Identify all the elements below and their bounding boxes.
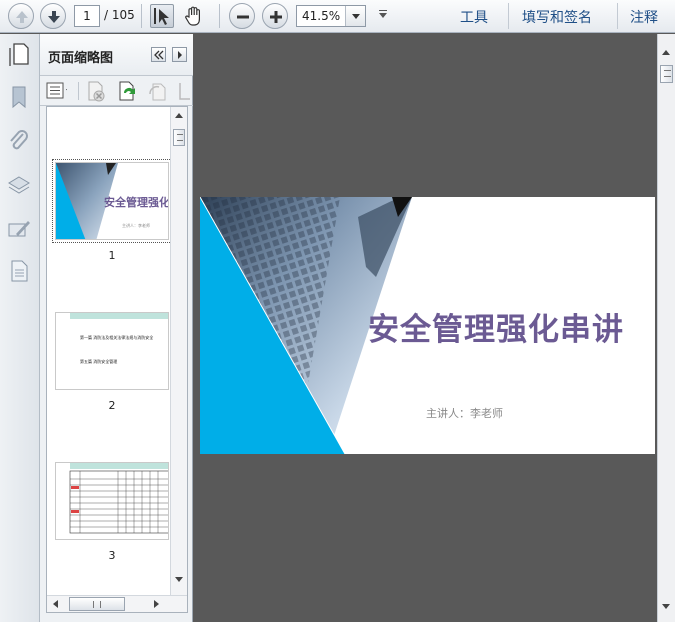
toolbar-separator bbox=[508, 3, 509, 29]
panel-header: 页面缩略图 bbox=[40, 34, 193, 76]
toolbar-separator bbox=[219, 4, 220, 28]
thumbnail-horizontal-scrollbar[interactable] bbox=[47, 595, 187, 612]
thumbnail-3-table bbox=[69, 470, 168, 534]
insert-page-icon[interactable] bbox=[116, 80, 138, 102]
thumbnail-list[interactable]: 安全管理强化串 主讲人：李老师 1 第一篇 消防法及相关法律法规与消防安全 第五… bbox=[46, 106, 188, 613]
minus-icon bbox=[237, 15, 249, 19]
arrow-down-icon bbox=[48, 11, 60, 23]
next-page-button[interactable] bbox=[40, 3, 66, 29]
thumbnail-2-line-1: 第一篇 消防法及相关法律法规与消防安全 bbox=[80, 335, 154, 340]
thumbnail-page-2[interactable]: 第一篇 消防法及相关法律法规与消防安全 第五篇 消防安全管理 bbox=[55, 312, 169, 390]
scroll-down-icon[interactable] bbox=[662, 604, 670, 609]
double-chevron-left-icon bbox=[154, 50, 164, 60]
slide-title: 安全管理强化串讲 bbox=[368, 312, 624, 348]
signature-icon[interactable] bbox=[6, 216, 32, 242]
thumbnail-label-2: 2 bbox=[108, 399, 116, 412]
chevron-down-icon bbox=[352, 14, 360, 19]
top-toolbar: 1 / 105 41.5% 工具 填写和签名 注释 bbox=[0, 0, 675, 33]
thumbnail-2-line-2: 第五篇 消防安全管理 bbox=[80, 359, 118, 364]
text-cursor-icon bbox=[154, 8, 169, 25]
select-tool-button[interactable] bbox=[150, 4, 174, 28]
thumbnail-label-1: 1 bbox=[108, 249, 116, 262]
zoom-level-value: 41.5% bbox=[302, 9, 341, 23]
plus-icon bbox=[270, 11, 282, 23]
hand-tool-button[interactable] bbox=[182, 4, 206, 28]
previous-page-button[interactable] bbox=[8, 3, 34, 29]
zoom-dropdown-button[interactable] bbox=[345, 6, 365, 26]
document-scroll-thumb[interactable] bbox=[660, 65, 673, 83]
navigation-pane bbox=[0, 34, 40, 622]
options-icon[interactable] bbox=[45, 80, 67, 102]
thumbnail-page-3[interactable] bbox=[55, 462, 169, 540]
chevron-right-icon bbox=[178, 51, 182, 59]
panel-toolbar bbox=[40, 76, 193, 106]
document-viewer[interactable]: 安全管理强化串讲 主讲人：李老师 bbox=[194, 34, 658, 622]
grip-icon bbox=[93, 601, 101, 608]
panel-options-button[interactable] bbox=[172, 47, 187, 62]
page-total: / 105 bbox=[104, 8, 135, 22]
hand-icon bbox=[185, 6, 200, 26]
tools-link[interactable]: 工具 bbox=[460, 7, 488, 27]
grip-icon bbox=[177, 134, 183, 141]
grip-icon bbox=[664, 70, 671, 77]
thumbnail-2-header-bar bbox=[70, 313, 168, 319]
thumbnail-panel: 页面缩略图 安全管理强化 主讲人：李老师 1 第一篇 消防法及相关法律法规与消防… bbox=[40, 34, 193, 622]
slide-subtitle: 主讲人：李老师 bbox=[426, 407, 503, 420]
zoom-in-button[interactable] bbox=[262, 3, 288, 29]
bookmark-icon[interactable] bbox=[6, 84, 32, 110]
zoom-out-button[interactable] bbox=[229, 3, 255, 29]
thumbnail-1-title: 安全管理强化串 bbox=[104, 196, 169, 209]
arrow-up-icon bbox=[16, 11, 28, 23]
toolbar-separator bbox=[141, 4, 142, 28]
thumbnail-hscroll-thumb[interactable] bbox=[69, 597, 125, 611]
thumbnail-label-3: 3 bbox=[108, 549, 116, 562]
pages-icon[interactable] bbox=[6, 40, 32, 66]
zoom-level-select[interactable]: 41.5% bbox=[296, 5, 366, 27]
thumbnail-vertical-scrollbar[interactable] bbox=[170, 107, 187, 597]
pdf-page-1: 安全管理强化串讲 主讲人：李老师 bbox=[200, 197, 655, 454]
thumbnail-page-1[interactable]: 安全管理强化串 主讲人：李老师 bbox=[52, 159, 172, 243]
document-vertical-scrollbar[interactable] bbox=[657, 34, 675, 622]
panel-title: 页面缩略图 bbox=[48, 51, 114, 66]
collapse-panel-button[interactable] bbox=[151, 47, 166, 62]
layers-icon[interactable] bbox=[6, 172, 32, 198]
page-icon[interactable] bbox=[6, 258, 32, 284]
toolbar-overflow-icon[interactable] bbox=[379, 10, 387, 18]
scroll-up-icon[interactable] bbox=[175, 113, 183, 118]
thumbnail-1-subtitle: 主讲人：李老师 bbox=[122, 223, 150, 228]
attachment-icon[interactable] bbox=[6, 128, 32, 154]
page-number-input[interactable]: 1 bbox=[74, 5, 100, 27]
panel-tool-separator bbox=[78, 82, 79, 100]
toolbar-separator bbox=[617, 3, 618, 29]
scroll-right-icon[interactable] bbox=[154, 600, 159, 608]
scroll-up-icon[interactable] bbox=[662, 50, 670, 55]
comment-link[interactable]: 注释 bbox=[630, 7, 658, 27]
delete-page-icon[interactable] bbox=[85, 80, 107, 102]
scroll-left-icon[interactable] bbox=[53, 600, 58, 608]
scroll-down-icon[interactable] bbox=[175, 577, 183, 582]
thumbnail-scroll-thumb[interactable] bbox=[173, 129, 185, 146]
fill-sign-link[interactable]: 填写和签名 bbox=[522, 7, 592, 27]
rotate-icon[interactable] bbox=[147, 80, 169, 102]
